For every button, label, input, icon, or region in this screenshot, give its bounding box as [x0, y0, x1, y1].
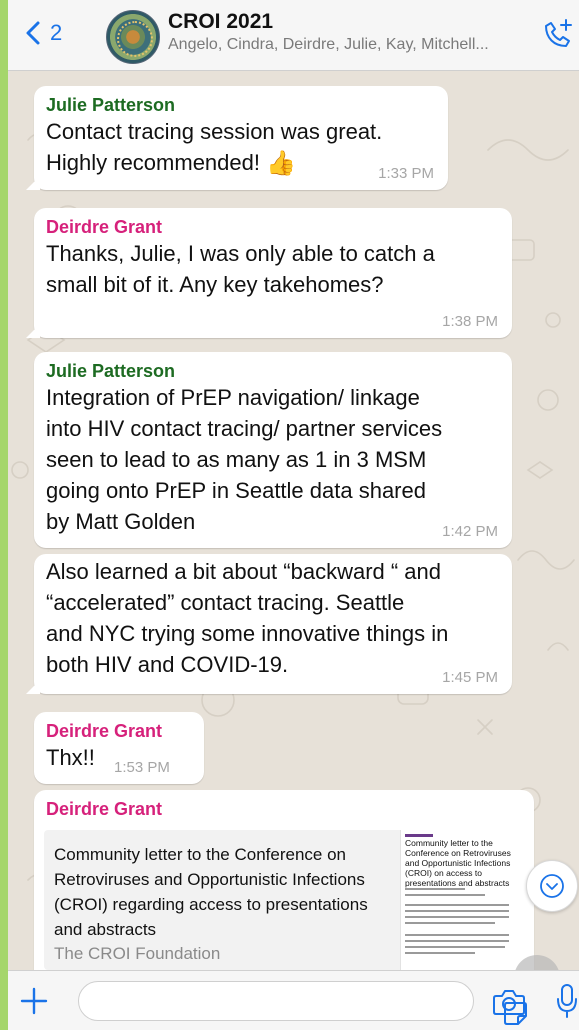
message-text: Also learned a bit about “backward “ and…	[46, 559, 449, 677]
thumbnail-text-line	[405, 888, 465, 890]
thumbnail-text-line	[405, 946, 505, 948]
link-source: The CROI Foundation	[54, 944, 221, 963]
thumbnail-text-line	[405, 894, 485, 896]
thumbnail-accent-bar	[405, 834, 433, 837]
message-bubble[interactable]: Julie Patterson Integration of PrEP navi…	[34, 352, 512, 548]
message-bubble[interactable]: Julie Patterson Contact tracing session …	[26, 86, 448, 190]
chevron-left-icon	[26, 21, 40, 45]
group-members[interactable]: Angelo, Cindra, Deirdre, Julie, Kay, Mit…	[168, 36, 489, 54]
message-input-bar	[8, 970, 579, 1030]
camera-icon[interactable]	[492, 987, 526, 1017]
message-bubble[interactable]: Deirdre Grant Thanks, Julie, I was only …	[26, 208, 512, 338]
message-input[interactable]	[78, 981, 527, 1025]
thumbnail-text-line	[405, 922, 495, 924]
chat-window: 2 CROI 2021 Angelo, Cindra, Deirdre, Jul…	[8, 0, 579, 1030]
message-bubble[interactable]: Deirdre Grant Community letter to the Co…	[34, 790, 534, 990]
microphone-icon[interactable]	[556, 983, 578, 1019]
message-bubble[interactable]: Deirdre Grant Thx!! 1:53 PM	[34, 712, 204, 784]
chat-header: 2 CROI 2021 Angelo, Cindra, Deirdre, Jul…	[8, 0, 579, 71]
link-thumbnail: Community letter to the Conference on Re…	[400, 830, 515, 970]
message-text: Contact tracing session was great. Highl…	[46, 119, 383, 178]
message-time: 1:42 PM	[442, 523, 498, 540]
message-time: 1:45 PM	[442, 669, 498, 686]
chevron-down-icon	[540, 874, 564, 898]
thumbnail-text-line	[405, 904, 509, 906]
message-text: Integration of PrEP navigation/ linkage …	[46, 385, 443, 534]
thumbnail-text-line	[405, 934, 509, 936]
thumbnail-text-line	[405, 940, 509, 942]
thumbnail-text-line	[405, 916, 509, 918]
scroll-to-bottom-button[interactable]	[526, 860, 578, 912]
link-title: Community letter to the Conference on Re…	[54, 845, 368, 939]
message-text: Thanks, Julie, I was only able to catch …	[46, 241, 435, 297]
sender-name: Julie Patterson	[46, 95, 176, 115]
thumbnail-title: Community letter to the Conference on Re…	[405, 838, 511, 888]
message-time: 1:53 PM	[114, 759, 170, 776]
group-avatar[interactable]	[106, 10, 160, 64]
sender-name: Deirdre Grant	[46, 721, 163, 741]
thumbnail-text-line	[405, 910, 509, 912]
unread-count: 2	[50, 20, 63, 45]
sender-name: Julie Patterson	[46, 361, 176, 381]
message-bubble[interactable]: Also learned a bit about “backward “ and…	[26, 554, 512, 694]
sender-name: Deirdre Grant	[46, 799, 163, 819]
link-preview-card[interactable]: Community letter to the Conference on Re…	[44, 830, 515, 970]
thumbnail-text-line	[405, 952, 475, 954]
sender-name: Deirdre Grant	[46, 217, 163, 237]
message-time: 1:38 PM	[442, 313, 498, 330]
group-title[interactable]: CROI 2021	[168, 10, 273, 34]
thumbs-up-emoji: 👍	[265, 150, 296, 178]
back-button[interactable]: 2	[24, 20, 62, 46]
plus-icon[interactable]	[18, 985, 50, 1017]
message-time: 1:33 PM	[378, 165, 434, 182]
add-call-icon[interactable]	[540, 18, 574, 52]
